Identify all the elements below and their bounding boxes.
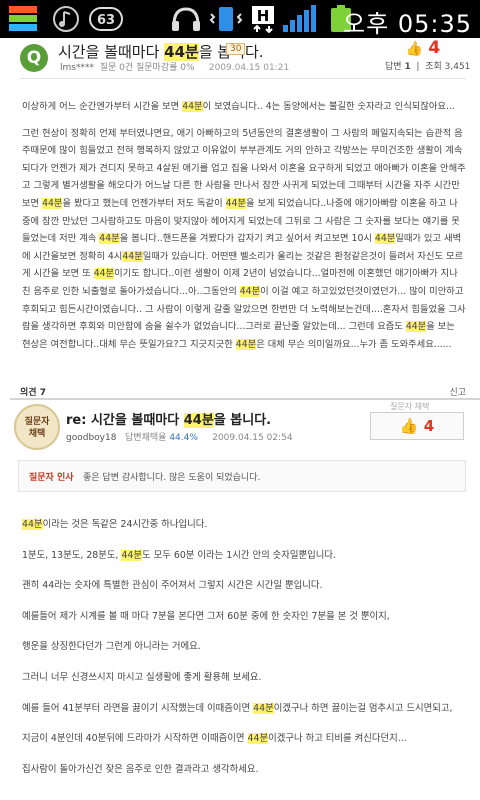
question-paragraph: 그런 현상이 정확히 언제 부터였냐면요, 애기 아빠하고의 5년동안의 결혼생… [22,125,466,354]
vote-count: 4 [423,417,435,435]
question-body: 이상하게 어느 순간엔가부터 시간을 보면 44분이 보였습니다.. 4는 동양… [22,98,466,353]
body-text: 집사람이 돌아가신건 잦은 음주로 인한 결과라고 생각하세요. [22,763,259,775]
chosen-answer-badge: 질문자 채택 [14,404,60,450]
answer-vote-button[interactable]: 👍 4 [370,412,464,440]
answer-paragraph: 44분이라는 것은 독같은 24시간중 하나입니다. [22,518,466,531]
title-text-post: 을 봅니다. [213,413,272,428]
answer-paragraph: 행운을 상징한다던가 그런게 아니라는 거에요. [22,640,466,653]
body-text: 도 모두 60분 이라는 1시간 안의 숫자일뿐입니다. [142,549,337,561]
answer-paragraph: 1분도, 13분도, 28분도, 44분도 모두 60분 이라는 1시간 안의 … [22,549,466,562]
highlight-text: 44분 [182,101,203,112]
answer-body: 44분이라는 것은 독같은 24시간중 하나입니다. 1분도, 13분도, 28분… [22,518,466,793]
body-text: 이겠구나 하면 끓이는걸 멈추시고 드시면되고, [273,702,453,714]
post-date: 2009.04.15 02:54 [212,433,293,443]
body-text: 1분도, 13분도, 28분도, [22,549,122,561]
highlight-text: 44분 [99,233,120,245]
views-label: 조회 [425,62,442,72]
media-63-icon: 63 [89,7,123,31]
divider [20,78,466,79]
author-name[interactable]: lms**** [60,63,94,73]
highlight-text: 44분 [225,197,246,209]
rate-label: 답변채택율 [125,433,167,443]
chosen-hint: 질문자 채택 [390,402,430,411]
highlight-text: 44분 [121,549,143,561]
body-text: 이라는 것은 독같은 24시간중 하나입니다. [42,519,208,530]
highlight-text: 44분 [42,197,63,209]
highlight-text: 44분 [247,733,269,745]
author-name[interactable]: goodboy18 [66,433,116,443]
svg-text:63: 63 [97,13,115,28]
body-text: 이상하게 어느 순간엔가부터 시간을 보면 [22,101,183,112]
question-meta: lms**** 질문 0건 질문마감률 0% 2009.04.15 01:21 [60,60,289,73]
body-text: 이겠구나 하고 티비를 켜신다던지... [268,733,407,745]
answers-label: 답변 [385,62,402,72]
answer-paragraph: 그러니 너무 신경쓰시지 마시고 실생활에 좋게 활용해 보세요. [22,671,466,684]
badge-line2: 채택 [28,429,46,439]
clock: 오후 05:35 [343,10,472,38]
answers-count: 1 [404,62,411,72]
question-footer: 의견 7 신고 [20,385,466,398]
body-text: 그러니 너무 신경쓰시지 마시고 실생활에 좋게 활용해 보세요. [22,671,262,683]
music-note-icon [53,6,79,32]
answer-paragraph: 괜히 44라는 숫자에 특별한 관심이 주어져서 그렇지 시간은 시간일 뿐입니… [22,579,466,592]
body-text: 을 봤다고 했는데 언젠가부터 저도 독같이 [62,197,226,209]
title-highlight: 44분 [183,413,214,428]
headphones-icon [172,7,200,31]
answer-paragraph: 예를들어 제가 시계를 볼 때 마다 7분을 본다면 그저 60분 중에 한 숫… [22,610,466,623]
post-date: 2009.04.15 01:21 [208,63,290,73]
answer-paragraph: 예를 들어 41분부터 라면을 끓이기 시작했는데 이때즘이면 44분이겠구나 … [22,702,466,715]
thumbs-up-icon: 👍 [399,417,419,435]
title-highlight: 44분 [164,43,199,61]
question-paragraph: 이상하게 어느 순간엔가부터 시간을 보면 44분이 보였습니다.. 4는 동양… [22,98,466,116]
svg-text:H: H [257,7,270,25]
report-link[interactable]: 신고 [449,385,466,398]
body-text: 괜히 44라는 숫자에 특별한 관심이 주어져서 그렇지 시간은 시간일 뿐입니… [22,580,323,592]
status-bar: 63 H 오후 05:35 [0,0,480,38]
highlight-text: 44분 [374,233,396,245]
h-data-icon: H [252,6,274,33]
phone-vibrate-icon [209,7,243,31]
thanks-box: 질문자 인사 좋은 답변 감사합니다. 많은 도움이 되었습니다. [18,460,466,492]
author-stats: 질문 0건 질문마감률 0% [99,63,195,73]
app-grid-icon[interactable] [8,5,38,33]
body-text: 이 보였습니다.. 4는 동양에서는 불길한 숫자라고 인식되잖아요... [202,101,455,112]
thanks-message: 좋은 답변 감사합니다. 많은 도움이 되었습니다. [83,473,261,483]
body-text: 그런 현상이 정확히 언제 부터였냐면요, 애기 아빠하고의 5년동안의 결혼생… [22,127,466,209]
body-text: 예를 들어 41분부터 라면을 끓이기 시작했는데 이때즘이면 [22,702,254,714]
title-text-pre: re: 시간을 볼때마다 [66,413,184,428]
answer-paragraph: 지금이 4분인데 40분뒤에 드라마가 시작하면 이때즘이면 44분이겠구나 하… [22,732,466,745]
thumbs-up-icon: 👍 [405,41,424,57]
vote-count: 4 [428,38,441,58]
thanks-label: 질문자 인사 [29,473,74,483]
highlight-text: 44분 [122,250,143,262]
answer-title: re: 시간을 볼때마다 44분을 봅니다. [66,409,271,428]
highlight-text: 44분 [405,321,427,333]
signal-bars-icon [283,5,316,32]
answer-meta: goodboy18 답변채택율 44.4% 2009.04.15 02:54 [66,430,293,443]
views-count: 3,451 [444,62,471,72]
highlight-text: 44분 [22,519,43,530]
body-text: 지금이 4분인데 40분뒤에 드라마가 시작하면 이때즘이면 [22,733,248,745]
body-text: 을 봅니다..핸드폰을 겨봤다가 갑자기 켜고 싶어서 켜고보면 10시 [119,233,375,245]
body-text: 예를들어 제가 시계를 볼 때 마다 7분을 본다면 그저 60분 중에 한 숫… [22,610,390,622]
body-text: 은 대체 무슨 의미일까요...누가 좀 도와주세요...... [256,338,452,350]
highlight-text: 44분 [235,338,257,350]
badge-line1: 질문자 [24,417,50,427]
title-text-pre: 시간을 볼때마다 [58,43,165,61]
highlight-text: 44분 [93,268,115,280]
question-badge: Q [20,44,48,72]
comments-link[interactable]: 의견 7 [20,388,46,398]
highlight-text: 44분 [253,702,274,714]
answer-paragraph: 집사람이 돌아가신건 잦은 음주로 인한 결과라고 생각하세요. [22,763,466,776]
question-stats: 답변 1 | 조회 3,451 [385,62,471,72]
body-text: 행운을 상징한다던가 그런게 아니라는 거에요. [22,641,201,653]
rate-value: 44.4% [169,433,198,443]
highlight-text: 44분 [239,285,261,297]
points-badge: 30 [226,43,246,55]
